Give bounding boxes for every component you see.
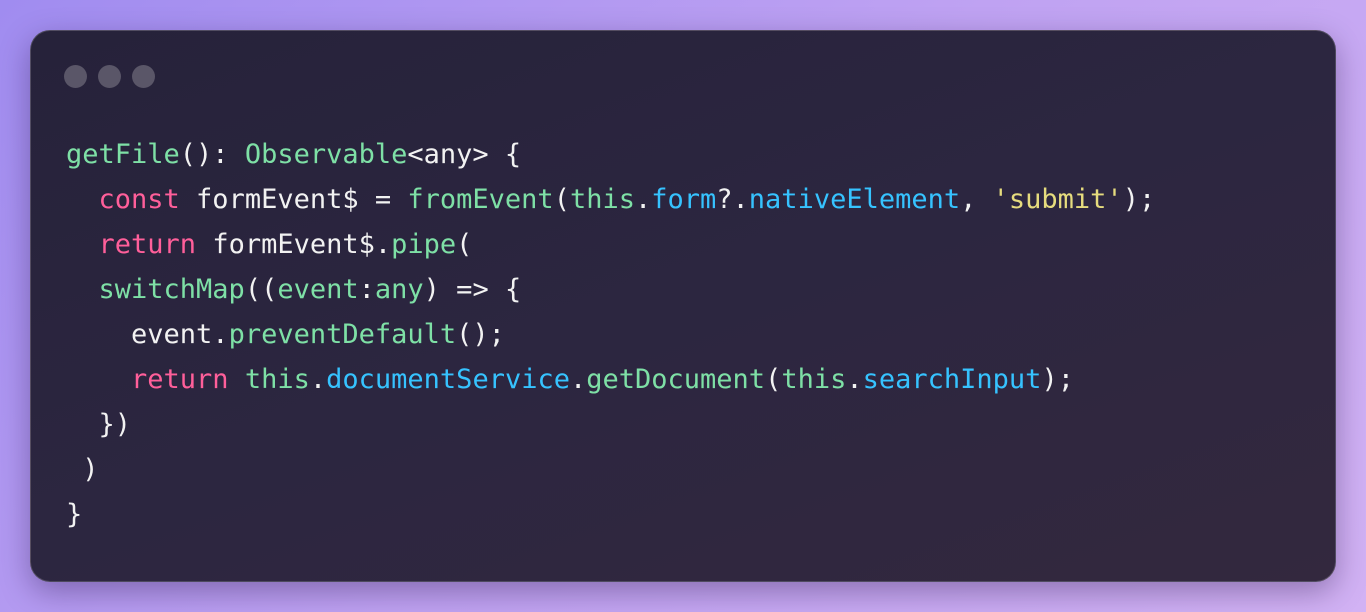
code-token: : xyxy=(358,274,375,305)
code-token: const xyxy=(98,184,180,215)
code-token: preventDefault xyxy=(228,319,457,350)
code-token: , xyxy=(960,184,993,215)
window-dot-icon[interactable] xyxy=(98,65,121,88)
code-line: getFile(): Observable<any> { xyxy=(66,132,1155,177)
code-token: form xyxy=(651,184,717,215)
code-token: formEvent$. xyxy=(196,229,392,260)
code-line: switchMap((event:any) => { xyxy=(66,267,1155,312)
code-token: ( xyxy=(765,364,782,395)
code-token: ( xyxy=(456,229,473,260)
code-token: . xyxy=(634,184,652,215)
code-line: } xyxy=(66,492,1155,537)
code-token: 'submit' xyxy=(992,184,1123,215)
code-token: (( xyxy=(244,274,278,305)
code-token: formEvent$ = xyxy=(179,184,408,215)
code-line: return formEvent$.pipe( xyxy=(66,222,1155,267)
code-block: getFile(): Observable<any> { const formE… xyxy=(66,132,1155,537)
code-token: documentService xyxy=(326,364,570,395)
window-dot-icon[interactable] xyxy=(64,65,87,88)
code-token: fromEvent xyxy=(407,184,554,215)
code-token: }) xyxy=(66,409,132,440)
code-token: this xyxy=(569,184,635,215)
code-token: (): xyxy=(179,139,245,170)
code-line: return this.documentService.getDocument(… xyxy=(66,357,1155,402)
code-token: switchMap xyxy=(98,274,245,305)
code-window: getFile(): Observable<any> { const formE… xyxy=(30,30,1336,582)
code-token: nativeElement xyxy=(748,184,961,215)
code-line: const formEvent$ = fromEvent(this.form?.… xyxy=(66,177,1156,222)
code-token: getDocument xyxy=(586,364,766,395)
code-token: ?. xyxy=(716,184,749,215)
code-line: event.preventDefault(); xyxy=(66,312,1155,357)
code-token: this xyxy=(781,364,847,395)
code-token: } xyxy=(66,499,83,530)
code-token: any xyxy=(374,274,424,305)
code-token: ); xyxy=(1122,184,1156,215)
code-token: getFile xyxy=(66,139,180,170)
code-token: event. xyxy=(66,319,229,350)
window-controls xyxy=(64,65,155,88)
code-token: pipe xyxy=(391,229,457,260)
code-token: . xyxy=(309,364,327,395)
code-token: searchInput xyxy=(862,364,1042,395)
code-line: }) xyxy=(66,402,1155,447)
code-token: ) xyxy=(66,454,99,485)
code-token: this xyxy=(244,364,310,395)
code-token: event xyxy=(277,274,359,305)
code-token: (); xyxy=(456,319,505,350)
code-token: return xyxy=(131,364,229,395)
code-token: ) => { xyxy=(423,274,522,305)
window-dot-icon[interactable] xyxy=(132,65,155,88)
code-token: ); xyxy=(1041,364,1074,395)
code-token: return xyxy=(98,229,197,260)
code-token: ( xyxy=(553,184,570,215)
code-token: Observable xyxy=(244,139,408,170)
code-line: ) xyxy=(66,447,1155,492)
code-token: . xyxy=(569,364,587,395)
code-token: . xyxy=(846,364,863,395)
code-token: <any> { xyxy=(407,139,522,170)
